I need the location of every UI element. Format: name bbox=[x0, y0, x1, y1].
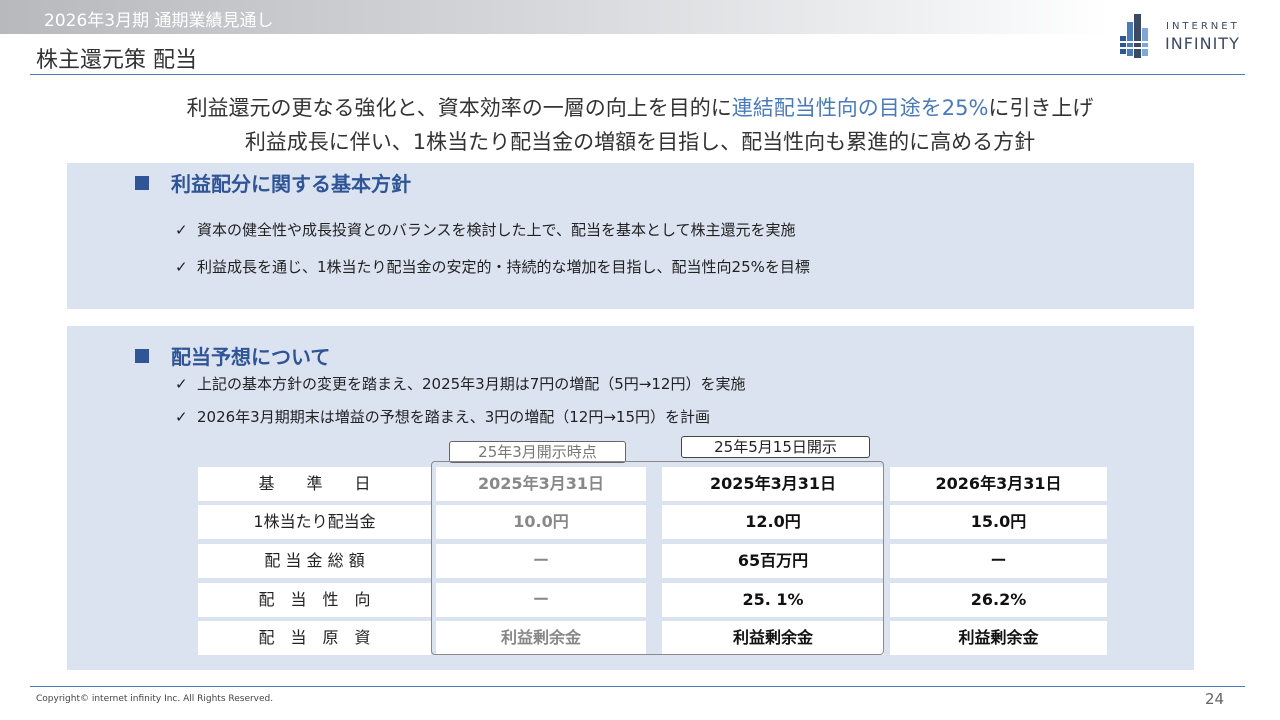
square-bullet-icon bbox=[135, 349, 149, 363]
lead-line-1: 利益還元の更なる強化と、資本効率の一層の向上を目的に連結配当性向の目途を25%に… bbox=[0, 92, 1280, 122]
row-label-total-dividend: 配 当 金 総 額 bbox=[198, 544, 431, 578]
policy-heading: 利益配分に関する基本方針 bbox=[135, 168, 411, 197]
forecast-bullet-1: ✓ 上記の基本方針の変更を踏まえ、2025年3月期は7円の増配（5円→12円）を実… bbox=[175, 373, 745, 394]
header-band: 2026年3月期 通期業績見通し bbox=[0, 0, 1110, 34]
building-logo-icon bbox=[1120, 14, 1148, 58]
forecast-heading: 配当予想について bbox=[135, 341, 330, 370]
tag-previous-disclosure: 25年3月開示時点 bbox=[449, 441, 626, 463]
lead-line-1-prefix: 利益還元の更なる強化と、資本効率の一層の向上を目的に bbox=[186, 96, 732, 120]
forecast-bullet-2: ✓ 2026年3月期期末は増益の予想を踏まえ、3円の増配（12円→15円）を計画 bbox=[175, 406, 710, 427]
policy-panel: 利益配分に関する基本方針 ✓ 資本の健全性や成長投資とのバランスを検討した上で、配… bbox=[67, 163, 1194, 309]
cell-fy2026-record-date: 2026年3月31日 bbox=[890, 467, 1107, 501]
logo-text-internet: INTERNET bbox=[1166, 21, 1240, 32]
row-label-dividend-source: 配 当 原 資 bbox=[198, 621, 431, 655]
policy-heading-text: 利益配分に関する基本方針 bbox=[171, 172, 411, 196]
forecast-bullet-1-text: 上記の基本方針の変更を踏まえ、2025年3月期は7円の増配（5円→12円）を実施 bbox=[197, 375, 746, 393]
row-label-record-date: 基 準 日 bbox=[198, 467, 431, 501]
previous-forecast-frame bbox=[431, 461, 884, 655]
title-divider bbox=[30, 74, 1245, 75]
footer-divider bbox=[30, 686, 1245, 687]
check-icon: ✓ bbox=[175, 221, 188, 239]
policy-bullet-1: ✓ 資本の健全性や成長投資とのバランスを検討した上で、配当を基本として株主還元を実… bbox=[175, 219, 796, 240]
lead-highlight: 連結配当性向の目途を25% bbox=[731, 96, 989, 120]
logo-text-infinity: INFINITY bbox=[1165, 34, 1240, 53]
check-icon: ✓ bbox=[175, 258, 188, 276]
check-icon: ✓ bbox=[175, 375, 188, 393]
cell-fy2026-dps: 15.0円 bbox=[890, 505, 1107, 539]
cell-fy2026-payout-ratio: 26.2% bbox=[890, 583, 1107, 617]
policy-bullet-2: ✓ 利益成長を通じ、1株当たり配当金の安定的・持続的な増加を目指し、配当性向25%… bbox=[175, 256, 810, 277]
forecast-heading-text: 配当予想について bbox=[171, 345, 331, 369]
check-icon: ✓ bbox=[175, 408, 188, 426]
copyright-text: Copyright© internet infinity Inc. All Ri… bbox=[36, 694, 274, 704]
row-label-dps: 1株当たり配当金 bbox=[198, 505, 431, 539]
policy-bullet-1-text: 資本の健全性や成長投資とのバランスを検討した上で、配当を基本として株主還元を実施 bbox=[197, 221, 796, 239]
tag-latest-disclosure: 25年5月15日開示 bbox=[681, 436, 870, 458]
square-bullet-icon bbox=[135, 176, 149, 190]
page-title: 株主還元策 配当 bbox=[36, 48, 197, 73]
policy-bullet-2-text: 利益成長を通じ、1株当たり配当金の安定的・持続的な増加を目指し、配当性向25%を… bbox=[197, 258, 810, 276]
company-logo: INTERNET INFINITY bbox=[1118, 12, 1248, 62]
forecast-bullet-2-text: 2026年3月期期末は増益の予想を踏まえ、3円の増配（12円→15円）を計画 bbox=[197, 408, 711, 426]
period-title: 2026年3月期 通期業績見通し bbox=[44, 11, 274, 31]
row-label-payout-ratio: 配 当 性 向 bbox=[198, 583, 431, 617]
lead-line-1-suffix: に引き上げ bbox=[988, 96, 1094, 120]
page-number: 24 bbox=[1205, 690, 1225, 708]
lead-line-2: 利益成長に伴い、1株当たり配当金の増額を目指し、配当性向も累進的に高める方針 bbox=[244, 130, 1036, 154]
cell-fy2026-dividend-source: 利益剰余金 bbox=[890, 621, 1107, 655]
cell-fy2026-total-dividend: ー bbox=[890, 544, 1107, 578]
